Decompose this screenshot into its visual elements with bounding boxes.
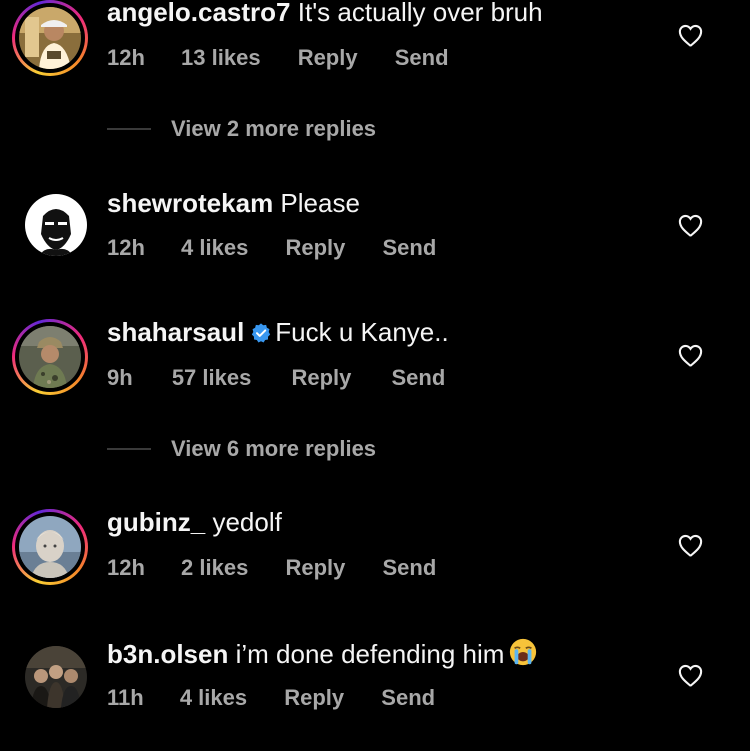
avatar[interactable] xyxy=(19,516,81,578)
send-button[interactable]: Send xyxy=(383,555,437,581)
avatar-container[interactable] xyxy=(12,633,88,709)
avatar[interactable] xyxy=(19,326,81,388)
comment-meta: 12h 4 likes Reply Send xyxy=(107,235,436,261)
comment-text: It's actually over bruh xyxy=(297,0,543,27)
view-more-replies-button[interactable]: View 2 more replies xyxy=(107,114,507,144)
loudly-crying-face-icon xyxy=(510,638,537,666)
comment-item: shewrotekam Please 12h 4 likes Reply Sen… xyxy=(0,187,750,297)
view-replies-label: View 6 more replies xyxy=(171,436,377,461)
comment-line: shewrotekam Please xyxy=(107,188,360,218)
reply-button[interactable]: Reply xyxy=(285,235,345,261)
comment-meta: 9h 57 likes Reply Send xyxy=(107,365,445,391)
likes-count[interactable]: 4 likes xyxy=(181,235,248,261)
comment-line: shaharsaul Fuck u Kanye.. xyxy=(107,317,449,347)
timestamp: 11h xyxy=(107,685,144,710)
comment-text: Fuck u Kanye.. xyxy=(275,317,449,347)
comment-text: Please xyxy=(280,188,360,218)
avatar[interactable] xyxy=(19,7,81,69)
reply-button[interactable]: Reply xyxy=(291,365,351,391)
heart-icon[interactable] xyxy=(678,214,703,237)
reply-button[interactable]: Reply xyxy=(284,685,344,711)
timestamp: 12h xyxy=(107,235,145,260)
username[interactable]: shaharsaul xyxy=(107,317,244,347)
comment-line: angelo.castro7 It's actually over bruh xyxy=(107,0,543,27)
story-ring[interactable] xyxy=(12,509,88,585)
comment-meta: 12h 13 likes Reply Send xyxy=(107,45,449,71)
username[interactable]: b3n.olsen xyxy=(107,639,228,669)
likes-count[interactable]: 13 likes xyxy=(181,45,261,71)
timestamp: 12h xyxy=(107,555,145,580)
likes-count[interactable]: 2 likes xyxy=(181,555,248,581)
divider xyxy=(107,128,151,130)
send-button[interactable]: Send xyxy=(381,685,435,711)
view-more-replies-button[interactable]: View 6 more replies xyxy=(107,434,507,464)
likes-count[interactable]: 4 likes xyxy=(180,685,247,711)
story-ring[interactable] xyxy=(12,319,88,395)
comment-text: i’m done defending him xyxy=(235,639,505,669)
comment-meta: 12h 2 likes Reply Send xyxy=(107,555,436,581)
heart-icon[interactable] xyxy=(678,534,703,557)
send-button[interactable]: Send xyxy=(383,235,437,261)
timestamp: 12h xyxy=(107,45,145,70)
comment-line: b3n.olsen i’m done defending him xyxy=(107,637,538,669)
divider xyxy=(107,448,151,450)
comment-item: b3n.olsen i’m done defending him 11h 4 l… xyxy=(0,637,750,747)
heart-icon[interactable] xyxy=(678,664,703,687)
send-button[interactable]: Send xyxy=(395,45,449,71)
comment-meta: 11h 4 likes Reply Send xyxy=(107,685,435,711)
username[interactable]: angelo.castro7 xyxy=(107,0,291,27)
send-button[interactable]: Send xyxy=(392,365,446,391)
comment-item: angelo.castro7 It's actually over bruh 1… xyxy=(0,0,750,110)
comment-item: gubinz_ yedolf 12h 2 likes Reply Send xyxy=(0,507,750,617)
story-ring[interactable] xyxy=(12,0,88,76)
comment-line: gubinz_ yedolf xyxy=(107,507,282,537)
comment-text: yedolf xyxy=(212,507,282,537)
view-replies-label: View 2 more replies xyxy=(171,116,377,141)
reply-button[interactable]: Reply xyxy=(285,555,345,581)
username[interactable]: gubinz_ xyxy=(107,507,205,537)
verified-badge-icon xyxy=(252,323,271,343)
comment-item: shaharsaul Fuck u Kanye.. 9h 57 likes Re… xyxy=(0,317,750,427)
avatar[interactable] xyxy=(25,194,87,256)
timestamp: 9h xyxy=(107,365,133,390)
reply-button[interactable]: Reply xyxy=(298,45,358,71)
avatar-container[interactable] xyxy=(12,181,88,257)
avatar[interactable] xyxy=(25,646,87,708)
likes-count[interactable]: 57 likes xyxy=(172,365,252,391)
heart-icon[interactable] xyxy=(678,24,703,47)
username[interactable]: shewrotekam xyxy=(107,188,273,218)
heart-icon[interactable] xyxy=(678,344,703,367)
